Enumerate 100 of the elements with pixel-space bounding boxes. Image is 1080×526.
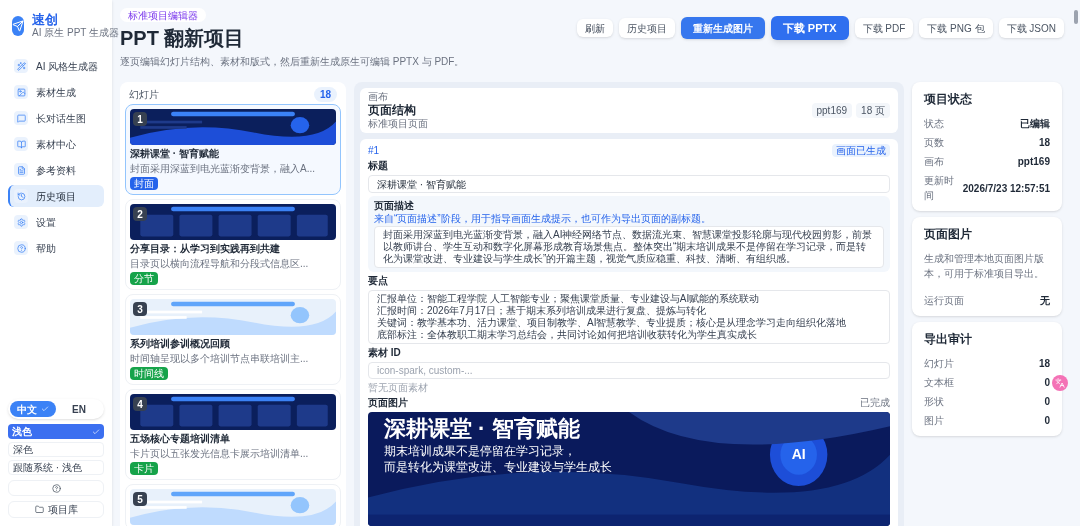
toolbar-button[interactable]: 刷新: [576, 19, 613, 37]
slide-tag: 时间线: [130, 367, 168, 380]
theme-option[interactable]: 深色: [8, 442, 104, 457]
row-value: 已编辑: [1020, 117, 1050, 131]
editor-badge: 标准项目编辑器: [120, 8, 206, 22]
slide-tag: 卡片: [130, 462, 158, 475]
slide-tag: 分节: [130, 272, 158, 285]
help-button[interactable]: [8, 480, 104, 496]
slide-tag: 封面: [130, 177, 158, 190]
slide-title: 深耕课堂 · 智育赋能: [130, 147, 220, 160]
page-title: PPT 翻新项目: [120, 26, 245, 51]
nav-item[interactable]: 长对话生图: [8, 107, 104, 129]
row-label: 更新时间: [924, 174, 955, 203]
row-label: 文本框: [924, 376, 954, 390]
row-label: 幻灯片: [924, 357, 954, 371]
toolbar-button[interactable]: 历史项目: [618, 18, 675, 38]
canvas-chip: ppt169: [811, 103, 853, 118]
library-button[interactable]: 项目库: [8, 501, 104, 518]
nav-item[interactable]: AI 风格生成器: [8, 55, 104, 77]
field-label: 页面图片: [368, 397, 408, 409]
slide-text: 期末培训成果不是停留在学习记录，: [384, 444, 577, 458]
row-value: 0: [1044, 395, 1050, 409]
toolbar-button[interactable]: 下载 PPTX: [770, 16, 849, 40]
image-status: 已完成: [860, 397, 890, 409]
panel-title: 幻灯片: [129, 87, 159, 102]
theme-option[interactable]: 浅色: [8, 424, 104, 439]
page-index: #1: [368, 144, 380, 157]
row-label: 图片: [924, 414, 944, 428]
row-value: ppt169: [1017, 155, 1050, 169]
row-value: 无: [1040, 294, 1050, 308]
slide-text: 而是转化为课堂改进、专业建设与学生成长: [384, 460, 612, 474]
row-label: 状态: [924, 117, 944, 131]
logo-icon: [12, 15, 24, 36]
nav-item[interactable]: 设置: [8, 211, 104, 233]
ai-label: AI: [791, 444, 806, 464]
empty-assets-text: 暂无页面素材: [368, 382, 429, 394]
help-icon: [14, 241, 28, 255]
nav-item[interactable]: 帮助: [8, 237, 104, 259]
card-title: 页面图片: [924, 226, 973, 243]
field-label: 素材 ID: [368, 347, 402, 359]
slide-number: 3: [133, 302, 147, 316]
theme-option[interactable]: 跟随系统 · 浅色: [8, 460, 104, 475]
row-value: 0: [1044, 376, 1050, 390]
row-label: 运行页面: [924, 294, 964, 308]
nav-item[interactable]: 历史项目: [8, 185, 104, 207]
slide-card[interactable]: 2 分享目录：从学习到实践再到共建 目录页以横向流程导航和分段式信息区... 分节: [125, 199, 341, 290]
row-value: 18: [1038, 136, 1050, 150]
toolbar-button[interactable]: 下载 JSON: [998, 18, 1064, 38]
slide-description: 目录页以横向流程导航和分段式信息区...: [130, 257, 310, 270]
toolbar-button[interactable]: 下载 PDF: [854, 18, 914, 38]
slide-number: 5: [133, 492, 147, 506]
translate-icon: [1055, 378, 1065, 388]
scrollbar: [1074, 10, 1078, 24]
slide-description: 封面采用深蓝到电光蓝渐变背景，融入A...: [130, 162, 316, 175]
slide-number: 1: [133, 112, 147, 126]
slide-number: 2: [133, 207, 147, 221]
asset-id-field[interactable]: icon-spark, custom-...: [368, 362, 890, 379]
card-title: 项目状态: [924, 91, 973, 108]
title-field[interactable]: 深耕课堂 · 智育赋能: [368, 175, 890, 193]
image-icon: [14, 85, 28, 99]
row-value: 18: [1038, 357, 1050, 371]
settings-icon: [14, 215, 28, 229]
document-icon: [14, 163, 28, 177]
toolbar-button[interactable]: 重新生成图片: [680, 17, 765, 39]
chat-icon: [14, 111, 28, 125]
book-icon: [14, 137, 28, 151]
card-text: 生成和管理本地页面图片版本，可用于标准项目导出。: [924, 252, 1045, 281]
canvas-chip: 18 页: [856, 103, 890, 118]
row-label: 形状: [924, 395, 944, 409]
slide-title: 五场核心专题培训清单: [130, 432, 231, 445]
language-option[interactable]: EN: [56, 401, 102, 417]
slide-number: 4: [133, 397, 147, 411]
slide-card[interactable]: 3 系列培训参训概况回顾 时间轴呈现以多个培训节点串联培训主... 时间线: [125, 294, 341, 385]
toolbar-button[interactable]: 下载 PNG 包: [919, 18, 993, 38]
nav-item[interactable]: 参考资料: [8, 159, 104, 181]
description-field[interactable]: 封面采用深蓝到电光蓝渐变背景，融入AI神经网络节点、数据流光束、智慧课堂投影轮廓与现代校园剪影，前景以教师讲台、学生互动和数字化屏幕形成教育场景焦点。整体突出“期末培训成果不是停留在学习记录，而是转化为课堂改进、专业建设与学生成长”的开篇主题，视觉气质应稳重、科技、清晰、有组织感。: [374, 226, 884, 268]
slide-heading: 深耕课堂 · 智育赋能: [384, 416, 581, 442]
language-option[interactable]: 中文: [10, 401, 56, 417]
field-hint: 来自“页面描述”阶段，用于指导画面生成提示，也可作为导出页面的副标题。: [374, 213, 712, 225]
folder-icon: [34, 505, 44, 514]
wand-icon: [14, 59, 28, 73]
nav-item[interactable]: 素材中心: [8, 133, 104, 155]
translate-button[interactable]: [1052, 375, 1068, 391]
slide-card[interactable]: 4 五场核心专题培训清单 卡片页以五张发光信息卡展示培训清单... 卡片: [125, 389, 341, 480]
nav-item[interactable]: 素材生成: [8, 81, 104, 103]
slide-card[interactable]: 1 深耕课堂 · 智育赋能 封面采用深蓝到电光蓝渐变背景，融入A... 封面: [125, 104, 341, 195]
card-title: 导出审计: [924, 331, 973, 348]
field-label: 标题: [368, 160, 389, 172]
check-icon: [92, 427, 100, 436]
field-label: 页面描述: [374, 200, 415, 212]
row-value: 0: [1044, 414, 1050, 428]
slide-description: 时间轴呈现以多个培训节点串联培训主...: [130, 352, 310, 365]
slide-title: 系列培训参训概况回顾: [130, 337, 231, 350]
slide-card[interactable]: 5: [125, 484, 341, 526]
help-icon: [51, 483, 61, 493]
row-label: 画布: [924, 155, 944, 169]
history-icon: [14, 189, 28, 203]
points-field[interactable]: 汇报单位：智能工程学院 人工智能专业；聚焦课堂质量、专业建设与AI赋能的系统联动 汇报时间：2026年7月17日；基于期末系列培训成果进行复盘、提炼与转化 关键词：教学基本功、活力课堂、项目制教学、AI智慧教学、专业提质；核心是从理念学习走向组织化落地 底部标注：全体教职工期末学习总结会，共同讨论如何把培训收获转化为学生真实成长: [368, 290, 890, 344]
slide-count: 18: [313, 86, 337, 102]
slide-title: 分享目录：从学习到实践再到共建: [130, 242, 281, 255]
